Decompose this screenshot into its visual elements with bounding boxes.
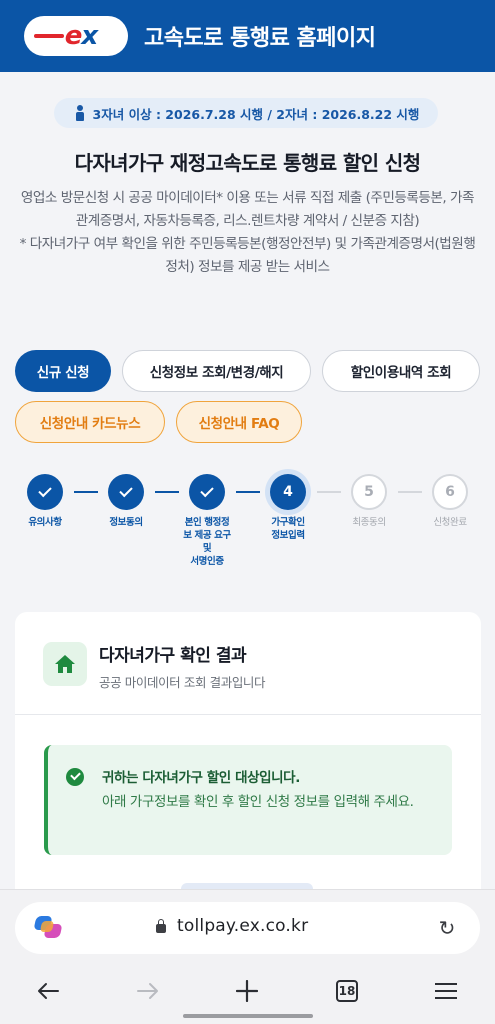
step-6-label: 신청완료 [433, 517, 467, 528]
copilot-icon[interactable] [33, 916, 63, 940]
check-icon [119, 483, 133, 498]
step-3-circle [189, 474, 225, 510]
description-line-1: 영업소 방문신청 시 공공 마이데이터* 이용 또는 서류 직접 제출 (주민등… [20, 190, 475, 229]
browser-toolbar: tollpay.ex.co.kr ↻ 18 [0, 890, 495, 1024]
site-title[interactable]: 고속도로 통행료 홈페이지 [144, 20, 376, 52]
lock-icon[interactable] [156, 919, 166, 933]
verification-result-card: 다자녀가구 확인 결과 공공 마이데이터 조회 결과입니다 귀하는 다자녀가구 … [15, 612, 481, 902]
step-5-label: 최종동의 [352, 517, 386, 528]
tab-new-application[interactable]: 신규 신청 [15, 350, 111, 392]
eligibility-alert: 귀하는 다자녀가구 할인 대상입니다. 아래 가구정보를 확인 후 할인 신청 … [44, 745, 452, 855]
step-1-circle [27, 474, 63, 510]
notice-text: 3자녀 이상 : 2026.7.28 시행 / 2자녀 : 2026.8.22 … [92, 106, 420, 122]
address-bar[interactable]: tollpay.ex.co.kr ↻ [15, 902, 480, 954]
person-icon [73, 105, 87, 121]
step-connector [155, 491, 179, 493]
new-tab-plus-icon[interactable] [230, 976, 264, 1006]
page-description: 영업소 방문신청 시 공공 마이데이터* 이용 또는 서류 직접 제출 (주민등… [18, 187, 477, 279]
back-arrow-icon[interactable] [31, 976, 65, 1006]
divider [15, 714, 481, 715]
alert-title: 귀하는 다자녀가구 할인 대상입니다. [102, 770, 300, 786]
step-4-label: 가구확인 정보입력 [271, 517, 305, 541]
step-2-label: 정보동의 [109, 517, 143, 528]
step-6-circle: 6 [432, 474, 468, 510]
tabs-icon[interactable]: 18 [330, 976, 364, 1006]
step-3-label: 본인 행정정 보 제공 요구 및 서명인증 [183, 517, 231, 567]
card-subtitle: 공공 마이데이터 조회 결과입니다 [99, 675, 266, 690]
card-news-button[interactable]: 신청안내 카드뉴스 [15, 401, 165, 443]
step-connector [74, 491, 98, 493]
progress-stepper: 유의사항 정보동의 본인 행정정 보 제공 요구 및 서명인증 4 가구확인 정… [0, 470, 495, 580]
check-icon [200, 483, 214, 498]
home-icon [43, 642, 87, 686]
implementation-date-notice: 3자녀 이상 : 2026.7.28 시행 / 2자녀 : 2026.8.22 … [54, 98, 438, 128]
step-connector [398, 491, 422, 493]
check-circle-icon [66, 768, 84, 786]
site-header: ex 고속도로 통행료 홈페이지 [0, 0, 495, 72]
url-text[interactable]: tollpay.ex.co.kr [177, 916, 308, 936]
step-2-circle [108, 474, 144, 510]
logo-text: ex [64, 21, 98, 51]
reload-icon[interactable]: ↻ [436, 917, 458, 939]
step-5-circle: 5 [351, 474, 387, 510]
forward-arrow-icon[interactable] [131, 976, 165, 1006]
menu-icon[interactable] [429, 976, 463, 1006]
check-icon [38, 483, 52, 498]
tab-count: 18 [336, 980, 358, 1002]
tab-usage-history[interactable]: 할인이용내역 조회 [322, 350, 480, 392]
page-title: 다자녀가구 재정고속도로 통행료 할인 신청 [74, 151, 421, 175]
faq-button[interactable]: 신청안내 FAQ [176, 401, 302, 443]
card-title: 다자녀가구 확인 결과 [99, 646, 247, 666]
description-line-2: * 다자녀가구 여부 확인을 위한 주민등록등본(행정안전부) 및 가족관계증명… [19, 236, 476, 275]
step-1-label: 유의사항 [28, 517, 62, 528]
step-4-circle: 4 [270, 474, 306, 510]
alert-body: 아래 가구정보를 확인 후 할인 신청 정보를 입력해 주세요. [102, 794, 414, 810]
gesture-bar[interactable] [183, 1014, 313, 1018]
ex-logo[interactable]: ex [24, 16, 128, 56]
tab-manage-application[interactable]: 신청정보 조회/변경/해지 [122, 350, 311, 392]
step-connector [236, 491, 260, 493]
step-connector [317, 491, 341, 493]
logo-swoosh [34, 34, 64, 38]
